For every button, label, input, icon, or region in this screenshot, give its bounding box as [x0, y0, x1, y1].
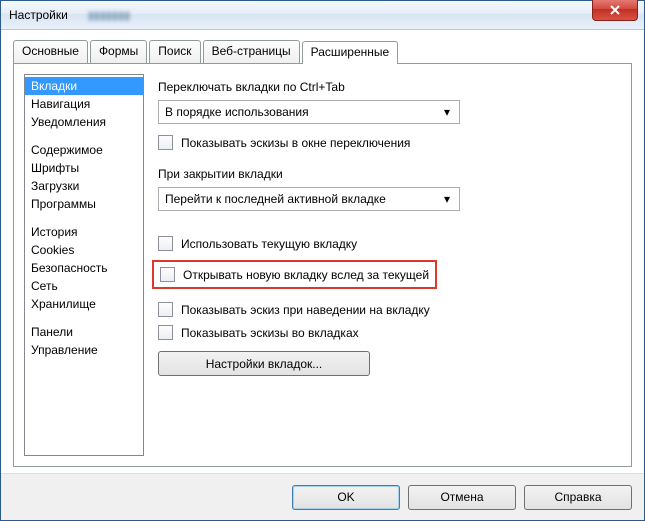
cancel-button[interactable]: Отмена: [408, 485, 516, 510]
checkbox[interactable]: [158, 135, 173, 150]
switch-order-combo[interactable]: В порядке использования ▾: [158, 100, 460, 124]
sidebar-separator: [25, 131, 143, 141]
switch-tabs-label: Переключать вкладки по Ctrl+Tab: [158, 80, 611, 94]
tab-advanced[interactable]: Расширенные: [302, 41, 399, 64]
chevron-down-icon: ▾: [439, 105, 455, 119]
use-current-tab-row[interactable]: Использовать текущую вкладку: [158, 235, 611, 252]
tab-main[interactable]: Основные: [13, 40, 88, 63]
category-list[interactable]: Вкладки Навигация Уведомления Содержимое…: [24, 74, 144, 456]
settings-window: Настройки ▮▮▮▮▮▮▮ Основные Формы Поиск В…: [0, 0, 645, 521]
close-icon: [610, 5, 620, 15]
sidebar-item-content[interactable]: Содержимое: [25, 141, 143, 159]
sidebar-item-cookies[interactable]: Cookies: [25, 241, 143, 259]
checkbox[interactable]: [160, 267, 175, 282]
highlighted-option: Открывать новую вкладку вслед за текущей: [152, 260, 437, 289]
use-current-tab-label: Использовать текущую вкладку: [181, 237, 357, 251]
window-title: Настройки: [9, 8, 68, 22]
sidebar-item-management[interactable]: Управление: [25, 341, 143, 359]
help-button-label: Справка: [554, 490, 601, 504]
sidebar-item-fonts[interactable]: Шрифты: [25, 159, 143, 177]
chevron-down-icon: ▾: [439, 192, 455, 206]
client-area: Основные Формы Поиск Веб-страницы Расшир…: [1, 30, 644, 473]
sidebar-item-network[interactable]: Сеть: [25, 277, 143, 295]
ok-button-label: OK: [337, 490, 354, 504]
sidebar-item-tabs[interactable]: Вкладки: [25, 77, 143, 95]
open-after-current-row[interactable]: Открывать новую вкладку вслед за текущей: [160, 266, 429, 283]
thumbs-in-tabs-row[interactable]: Показывать эскизы во вкладках: [158, 324, 611, 341]
sidebar-item-panels[interactable]: Панели: [25, 323, 143, 341]
close-action-combo[interactable]: Перейти к последней активной вкладке ▾: [158, 187, 460, 211]
sidebar-item-downloads[interactable]: Загрузки: [25, 177, 143, 195]
switch-order-value: В порядке использования: [165, 105, 309, 119]
tab-search[interactable]: Поиск: [149, 40, 200, 63]
sidebar-item-notifications[interactable]: Уведомления: [25, 113, 143, 131]
checkbox[interactable]: [158, 325, 173, 340]
open-after-current-label: Открывать новую вкладку вслед за текущей: [183, 268, 429, 282]
tab-settings-button-label: Настройки вкладок...: [206, 357, 323, 371]
tab-webpages[interactable]: Веб-страницы: [203, 40, 300, 63]
titlebar: Настройки ▮▮▮▮▮▮▮: [1, 1, 644, 30]
sidebar-item-navigation[interactable]: Навигация: [25, 95, 143, 113]
checkbox[interactable]: [158, 302, 173, 317]
titlebar-extra: ▮▮▮▮▮▮▮: [88, 9, 130, 22]
show-thumbs-switch-row[interactable]: Показывать эскизы в окне переключения: [158, 134, 611, 151]
checkbox[interactable]: [158, 236, 173, 251]
sidebar-separator: [25, 313, 143, 323]
close-action-value: Перейти к последней активной вкладке: [165, 192, 386, 206]
close-button[interactable]: [592, 0, 638, 21]
sidebar-item-programs[interactable]: Программы: [25, 195, 143, 213]
tabs-settings-panel: Переключать вкладки по Ctrl+Tab В порядк…: [158, 74, 621, 456]
thumb-on-hover-label: Показывать эскиз при наведении на вкладк…: [181, 303, 430, 317]
close-tab-label: При закрытии вкладки: [158, 167, 611, 181]
help-button[interactable]: Справка: [524, 485, 632, 510]
cancel-button-label: Отмена: [440, 490, 483, 504]
tab-forms[interactable]: Формы: [90, 40, 147, 63]
thumbs-in-tabs-label: Показывать эскизы во вкладках: [181, 326, 359, 340]
sidebar-item-security[interactable]: Безопасность: [25, 259, 143, 277]
tabpage-advanced: Вкладки Навигация Уведомления Содержимое…: [13, 63, 632, 467]
sidebar-item-storage[interactable]: Хранилище: [25, 295, 143, 313]
dialog-footer: OK Отмена Справка: [1, 473, 644, 520]
thumb-on-hover-row[interactable]: Показывать эскиз при наведении на вкладк…: [158, 301, 611, 318]
sidebar-separator: [25, 213, 143, 223]
tabstrip: Основные Формы Поиск Веб-страницы Расшир…: [13, 40, 632, 63]
sidebar-item-history[interactable]: История: [25, 223, 143, 241]
ok-button[interactable]: OK: [292, 485, 400, 510]
show-thumbs-switch-label: Показывать эскизы в окне переключения: [181, 136, 410, 150]
tab-settings-button[interactable]: Настройки вкладок...: [158, 351, 370, 376]
